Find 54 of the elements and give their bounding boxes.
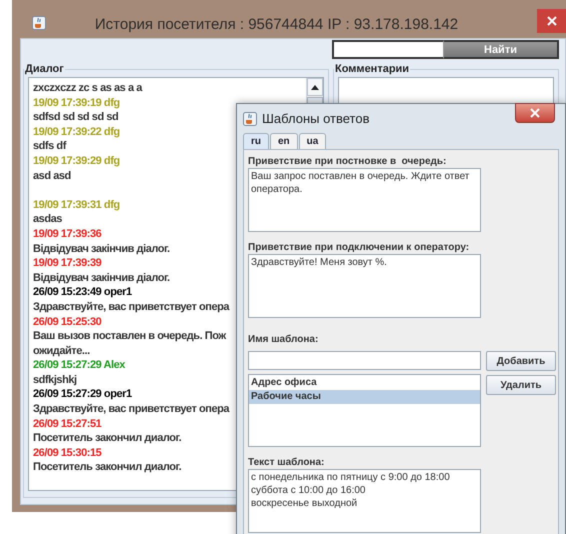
message-header: 19/09 17:39:19 dfg: [33, 96, 120, 110]
search-field[interactable]: [332, 40, 444, 59]
message-header: 19/09 17:39:36: [33, 226, 102, 242]
message-text: Здравствуйте, вас приветствует опера: [33, 402, 230, 417]
close-icon: [530, 108, 540, 118]
add-button[interactable]: Добавить: [486, 351, 556, 371]
message-text: Посетитель закончил диалог.: [33, 460, 182, 476]
find-button[interactable]: Найти: [444, 40, 559, 59]
message-header: 26/09 15:25:30: [33, 314, 102, 330]
dialog-title: Шаблоны ответов: [262, 111, 371, 126]
cup-icon: [243, 112, 257, 126]
close-button[interactable]: [537, 9, 566, 33]
group-title: Диалог: [24, 63, 65, 75]
text-area[interactable]: Ваш запрос поставлен в очередь. Ждите ответ оператора.: [248, 168, 481, 232]
message-text: zxczxczz zc s as as a a: [33, 81, 142, 96]
message-header: 26/09 15:23:49 oper1: [33, 285, 132, 300]
message-header: 19/09 17:39:39: [33, 256, 102, 271]
message-text: asdas: [33, 212, 62, 227]
message-text: Відвідувач закінчив діалог.: [33, 270, 170, 286]
message-header: 19/09 17:39:31 dfg: [33, 198, 120, 212]
up-arrow-icon: [311, 84, 319, 90]
close-icon: [546, 16, 556, 26]
close-button[interactable]: [515, 103, 555, 123]
text-area[interactable]: Здравствуйте! Меня зовут %.: [248, 254, 481, 318]
message-text: Ваш вызов поставлен в очередь. Пож: [33, 329, 226, 344]
language-tab[interactable]: ua: [298, 133, 326, 149]
message-text: Здравствуйте, вас приветствует опера: [33, 300, 230, 314]
message-text: sdfs df: [33, 139, 66, 154]
message-header: 26/09 15:27:29 Alex: [33, 358, 125, 373]
message-header: 19/09 17:39:29 dfg: [33, 154, 120, 169]
message-header: 26/09 15:30:15: [33, 446, 102, 460]
text-area[interactable]: с понедельника по пятницу с 9:00 до 18:00 суббота с 10:00 до 16:00 воскресенье выходной: [248, 469, 481, 533]
template-name-field[interactable]: [248, 351, 481, 370]
message-header: 19/09 17:39:22 dfg: [33, 124, 120, 140]
message-text: Посетитель закончил диалог.: [33, 431, 182, 446]
field-label: Имя шаблона:: [248, 334, 318, 345]
message-text: sdfkjshkj: [33, 372, 77, 388]
group-title: Комментарии: [334, 63, 410, 75]
field-label: Приветствие при подключении к оператору:: [248, 242, 470, 253]
language-tab[interactable]: en: [270, 133, 298, 149]
template-item[interactable]: Адрес офиса: [249, 376, 480, 390]
message-text: Відвідувач закінчив діалог.: [33, 242, 170, 256]
language-tab[interactable]: ru: [243, 133, 269, 149]
message-header: 26/09 15:27:29 oper1: [33, 387, 132, 402]
template-item[interactable]: Рабочие часы: [249, 390, 480, 404]
message-text: sdfsd sd sd sd sd: [33, 110, 118, 125]
message-header: 26/09 15:27:51: [33, 416, 102, 432]
field-label: Текст шаблона:: [248, 457, 324, 468]
message-text: asd asd: [33, 168, 71, 184]
window-title: История посетителя : 956744844 IP : 93.178.198.142: [94, 16, 460, 33]
field-label: Приветствие при постновке в очередь:: [248, 156, 446, 167]
cup-icon: [32, 16, 46, 30]
message-text: ожидайте...: [33, 344, 90, 358]
delete-button[interactable]: Удалить: [486, 375, 556, 395]
